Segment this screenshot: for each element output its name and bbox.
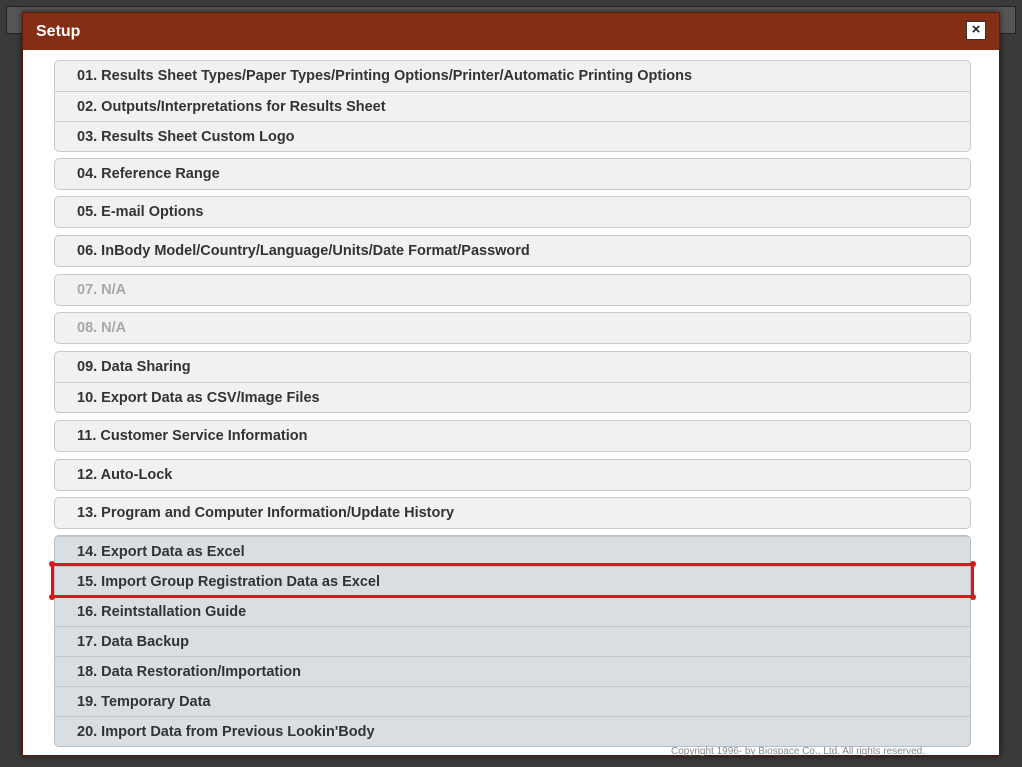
menu-item-13[interactable]: 13. Program and Computer Information/Upd… xyxy=(55,498,970,528)
menu-item-07: 07. N/A xyxy=(77,282,127,298)
menu-item-10[interactable]: 10. Export Data as CSV/Image Files xyxy=(55,382,970,412)
menu-item-16[interactable]: 16. Reintstallation Guide xyxy=(55,596,970,626)
menu-item-08: 08. N/A xyxy=(77,320,127,336)
menu-item-12[interactable]: 12. Auto-Lock xyxy=(55,460,970,490)
menu-item-03[interactable]: 03. Results Sheet Custom Logo xyxy=(55,121,970,151)
menu-group-customer-service: 11. Customer Service Information xyxy=(54,420,971,452)
setup-dialog: Setup × 01. Results Sheet Types/Paper Ty… xyxy=(22,12,1000,757)
close-icon: × xyxy=(971,21,981,38)
menu-group-program-info: 13. Program and Computer Information/Upd… xyxy=(54,497,971,529)
menu-group-data-management: 14. Export Data as Excel 15. Import Grou… xyxy=(54,535,971,747)
menu-item-19[interactable]: 19. Temporary Data xyxy=(55,686,970,716)
menu-group-results-sheet: 01. Results Sheet Types/Paper Types/Prin… xyxy=(54,60,971,152)
menu-group-reference-range: 04. Reference Range xyxy=(54,158,971,190)
menu-item-18[interactable]: 18. Data Restoration/Importation xyxy=(55,656,970,686)
menu-group-auto-lock: 12. Auto-Lock xyxy=(54,459,971,491)
menu-item-01[interactable]: 01. Results Sheet Types/Paper Types/Prin… xyxy=(55,61,970,91)
menu-item-17[interactable]: 17. Data Backup xyxy=(55,626,970,656)
menu-item-20[interactable]: 20. Import Data from Previous Lookin'Bod… xyxy=(55,716,970,746)
menu-group-inbody-model: 06. InBody Model/Country/Language/Units/… xyxy=(54,235,971,267)
menu-group-data-sharing: 09. Data Sharing 10. Export Data as CSV/… xyxy=(54,351,971,413)
menu-item-14[interactable]: 14. Export Data as Excel xyxy=(55,536,970,566)
menu-item-15[interactable]: 15. Import Group Registration Data as Ex… xyxy=(55,566,970,596)
menu-item-02[interactable]: 02. Outputs/Interpretations for Results … xyxy=(55,91,970,121)
menu-group-na-08: 08. N/A xyxy=(54,312,971,344)
copyright-text: Copyright 1996- by Biospace Co., Ltd. Al… xyxy=(671,746,926,757)
menu-item-04[interactable]: 04. Reference Range xyxy=(55,159,970,189)
dialog-titlebar: Setup × xyxy=(23,13,999,50)
close-button[interactable]: × xyxy=(966,21,986,40)
menu-group-email: 05. E-mail Options xyxy=(54,196,971,228)
menu-item-11[interactable]: 11. Customer Service Information xyxy=(55,421,970,451)
dialog-title: Setup xyxy=(36,23,81,40)
menu-item-06[interactable]: 06. InBody Model/Country/Language/Units/… xyxy=(55,236,970,266)
menu-item-05[interactable]: 05. E-mail Options xyxy=(55,197,970,227)
menu-group-na-07: 07. N/A xyxy=(54,274,971,306)
menu-item-09[interactable]: 09. Data Sharing xyxy=(55,352,970,382)
